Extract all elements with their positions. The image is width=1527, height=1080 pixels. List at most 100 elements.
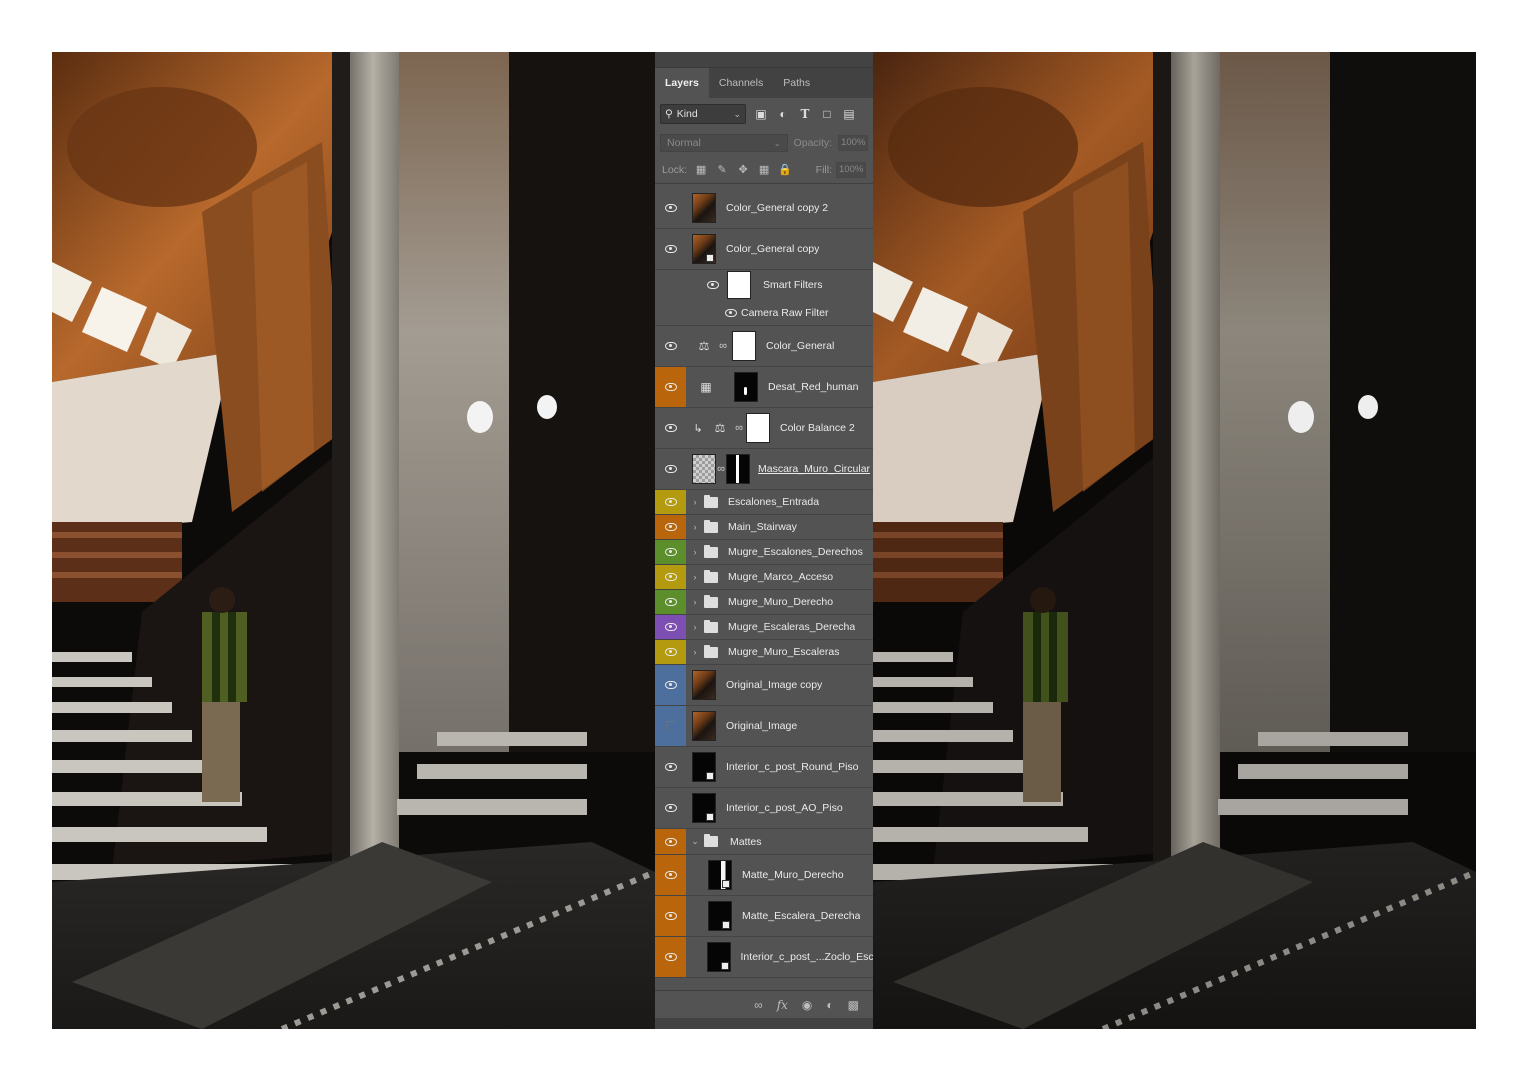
layer-row[interactable]: Original_Image copy (655, 665, 873, 706)
new-group-icon[interactable]: ▩ (848, 998, 859, 1012)
visibility-toggle[interactable] (655, 408, 686, 448)
eye-icon (664, 204, 677, 212)
visibility-toggle[interactable] (655, 896, 686, 936)
chevron-right-icon[interactable]: › (690, 522, 700, 532)
eye-icon (664, 648, 677, 656)
blend-row: Normal ⌄ Opacity: 100% (655, 130, 873, 156)
visibility-toggle[interactable] (655, 540, 686, 564)
lock-artboard-icon[interactable]: ▦ (757, 163, 771, 176)
visibility-toggle[interactable] (655, 937, 686, 977)
tab-paths[interactable]: Paths (773, 68, 820, 98)
layer-row[interactable]: Matte_Muro_Derecho (655, 855, 873, 896)
visibility-toggle[interactable] (655, 747, 686, 787)
visibility-toggle[interactable] (655, 788, 686, 828)
visibility-toggle[interactable] (655, 665, 686, 705)
visibility-toggle[interactable] (655, 515, 686, 539)
blend-mode-value: Normal (667, 137, 701, 149)
layer-row[interactable]: ↳ ⚖ ∞ Color Balance 2 (655, 408, 873, 449)
hidden-eye-icon (665, 721, 676, 731)
visibility-toggle[interactable] (655, 565, 686, 589)
layer-mask-thumbnail (746, 413, 770, 443)
layer-group-row[interactable]: › Escalones_Entrada (655, 490, 873, 515)
chevron-right-icon[interactable]: › (690, 647, 700, 657)
layer-group-row[interactable]: › Main_Stairway (655, 515, 873, 540)
layer-mask-thumbnail (734, 372, 758, 402)
layer-row[interactable]: Original_Image (655, 706, 873, 747)
lock-all-icon[interactable]: 🔒 (778, 163, 792, 176)
layer-name: Matte_Escalera_Derecha (742, 910, 861, 922)
layer-group-row[interactable]: ⌄ Mattes (655, 829, 873, 855)
visibility-toggle[interactable] (655, 229, 686, 269)
layer-name: Color_General copy 2 (726, 202, 829, 214)
tab-layers[interactable]: Layers (655, 68, 709, 98)
folder-icon (704, 544, 718, 558)
layer-row[interactable]: Color_General copy 2 (655, 188, 873, 229)
layer-group-row[interactable]: › Mugre_Muro_Derecho (655, 590, 873, 615)
visibility-toggle[interactable] (655, 590, 686, 614)
layer-name: Mattes (730, 835, 762, 848)
kind-filter-select[interactable]: ⚲ Kind ⌄ (660, 104, 746, 124)
smart-object-icon (722, 880, 730, 888)
shape-filter-icon[interactable]: □ (820, 107, 834, 121)
tab-channels[interactable]: Channels (709, 68, 773, 98)
layer-row[interactable]: ▦ Desat_Red_human (655, 367, 873, 408)
visibility-toggle[interactable] (655, 490, 686, 514)
adjustment-filter-icon[interactable]: ◐ (776, 107, 790, 121)
layer-name: Matte_Muro_Derecho (742, 869, 844, 881)
visibility-toggle[interactable] (655, 706, 686, 746)
fill-input[interactable]: 100% (836, 161, 866, 178)
layer-row[interactable]: ∞ Mascara_Muro_Circular (655, 449, 873, 490)
visibility-toggle[interactable] (655, 640, 686, 664)
layer-row[interactable]: Interior_c_post_Round_Piso (655, 747, 873, 788)
type-filter-icon[interactable]: T (798, 107, 812, 121)
image-filter-icon[interactable]: ▣ (754, 107, 768, 121)
layer-mask-thumbnail (726, 454, 750, 484)
visibility-toggle[interactable] (655, 326, 686, 366)
layer-name: Mascara_Muro_Circular (758, 463, 871, 475)
layer-group-row[interactable]: › Mugre_Muro_Escaleras (655, 640, 873, 665)
visibility-toggle[interactable] (655, 855, 686, 895)
new-adjustment-icon[interactable]: ◐ (826, 998, 833, 1012)
smart-filters-row[interactable]: Smart Filters (655, 270, 873, 300)
layer-group-row[interactable]: › Mugre_Marco_Acceso (655, 565, 873, 590)
smart-object-filter-icon[interactable]: ▤ (842, 107, 856, 121)
panel-title-bar[interactable] (655, 52, 873, 68)
visibility-toggle[interactable] (721, 300, 741, 325)
chevron-right-icon[interactable]: › (690, 622, 700, 632)
fx-icon[interactable]: fx (777, 998, 788, 1012)
chevron-down-icon[interactable]: ⌄ (690, 836, 700, 847)
lock-paint-icon[interactable]: ✎ (715, 163, 729, 176)
visibility-toggle[interactable] (655, 367, 686, 407)
layer-row[interactable]: Color_General copy (655, 229, 873, 270)
opacity-input[interactable]: 100% (838, 135, 868, 151)
layer-row[interactable]: Matte_Escalera_Derecha (655, 896, 873, 937)
blend-mode-select[interactable]: Normal ⌄ (660, 134, 788, 152)
layer-group-row[interactable]: › Mugre_Escaleras_Derecha (655, 615, 873, 640)
visibility-toggle[interactable] (655, 829, 686, 854)
smart-object-icon (706, 772, 714, 780)
layers-bottom-bar: ∞ fx ◉ ◐ ▩ (655, 990, 873, 1018)
filter-row[interactable]: Camera Raw Filter (655, 300, 873, 326)
chain-link-icon[interactable]: ∞ (716, 463, 726, 475)
chevron-right-icon[interactable]: › (690, 572, 700, 582)
layer-name: Mugre_Muro_Derecho (728, 596, 834, 608)
chevron-right-icon[interactable]: › (690, 497, 700, 507)
chain-link-icon[interactable]: ∞ (718, 340, 728, 352)
lock-transparency-icon[interactable]: ▦ (694, 163, 708, 176)
visibility-toggle[interactable] (705, 270, 721, 300)
layer-row[interactable]: Interior_c_post_...Zoclo_Esca (655, 937, 873, 978)
chevron-right-icon[interactable]: › (690, 547, 700, 557)
visibility-toggle[interactable] (655, 615, 686, 639)
visibility-toggle[interactable] (655, 188, 686, 228)
smart-filter-mask-thumbnail (727, 271, 751, 299)
eye-icon (725, 308, 737, 317)
link-layers-icon[interactable]: ∞ (754, 998, 763, 1012)
visibility-toggle[interactable] (655, 449, 686, 489)
layer-group-row[interactable]: › Mugre_Escalones_Derechos (655, 540, 873, 565)
chevron-right-icon[interactable]: › (690, 597, 700, 607)
layer-row[interactable]: Interior_c_post_AO_Piso (655, 788, 873, 829)
add-mask-icon[interactable]: ◉ (802, 998, 812, 1012)
chain-link-icon[interactable]: ∞ (734, 422, 744, 434)
layer-row[interactable]: ⚖ ∞ Color_General (655, 326, 873, 367)
lock-position-icon[interactable]: ✥ (736, 163, 750, 176)
